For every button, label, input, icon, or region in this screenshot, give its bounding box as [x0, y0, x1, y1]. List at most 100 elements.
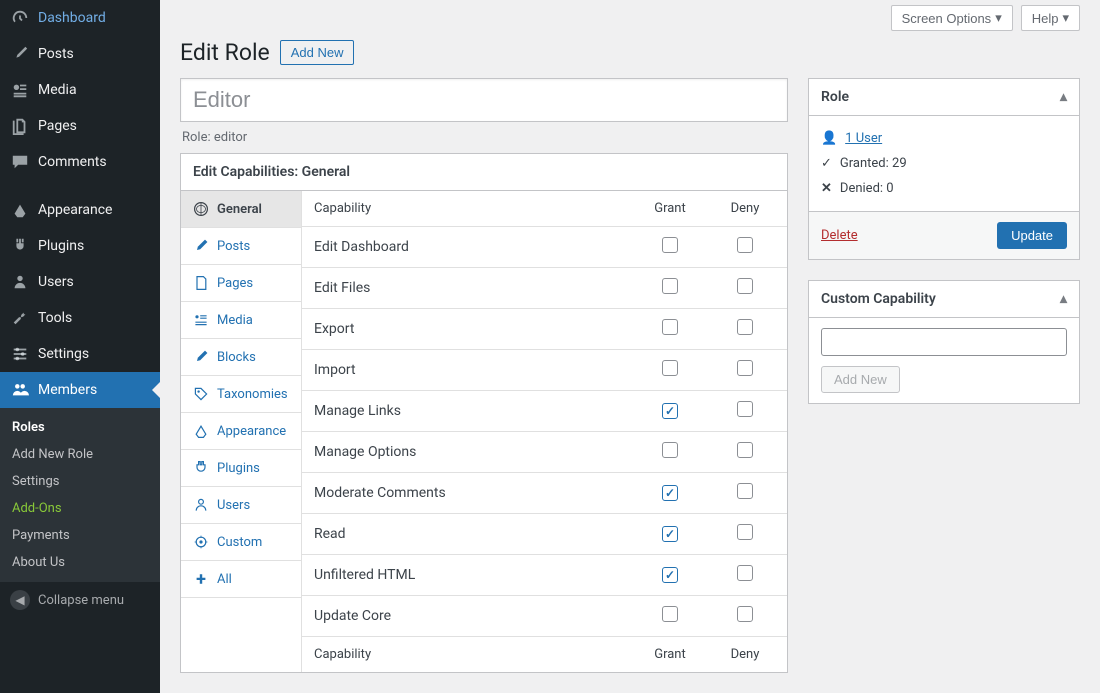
capability-name: Export — [314, 321, 625, 337]
media-icon — [193, 312, 209, 328]
tab-media[interactable]: Media — [181, 302, 301, 339]
denied-count: Denied: 0 — [840, 181, 894, 196]
capability-row: Read✓ — [302, 514, 787, 555]
tab-posts[interactable]: Posts — [181, 228, 301, 265]
deny-checkbox[interactable] — [737, 524, 753, 540]
blocks-icon — [193, 349, 209, 365]
tab-label: Users — [217, 498, 250, 513]
custom-capability-input[interactable] — [821, 328, 1067, 356]
sidebar-label: Tools — [38, 310, 72, 326]
sidebar-item-plugins[interactable]: Plugins — [0, 228, 160, 264]
collapse-panel-icon[interactable]: ▴ — [1060, 89, 1067, 105]
tab-plugins[interactable]: Plugins — [181, 450, 301, 487]
deny-checkbox[interactable] — [737, 442, 753, 458]
add-capability-button[interactable]: Add New — [821, 366, 900, 393]
submenu-roles[interactable]: Roles — [0, 414, 160, 441]
members-icon — [10, 380, 30, 400]
role-name-input[interactable] — [180, 78, 788, 122]
sidebar-label: Dashboard — [38, 10, 106, 26]
capability-tabs: GeneralPosts Pages MediaBlocksTaxonomies Ap… — [181, 191, 302, 672]
deny-checkbox[interactable] — [737, 237, 753, 253]
grant-checkbox[interactable]: ✓ — [662, 403, 678, 419]
sidebar-item-members[interactable]: Members — [0, 372, 160, 408]
tab-users[interactable]: Users — [181, 487, 301, 524]
grant-checkbox[interactable] — [662, 442, 678, 458]
all-icon: + — [193, 571, 209, 587]
grant-checkbox[interactable] — [662, 360, 678, 376]
sidebar-label: Plugins — [38, 238, 84, 254]
sidebar-item-users[interactable]: Users — [0, 264, 160, 300]
tab-general[interactable]: General — [181, 191, 301, 228]
submenu-settings[interactable]: Settings — [0, 468, 160, 495]
collapse-panel-icon[interactable]: ▴ — [1060, 291, 1067, 307]
media-icon — [10, 80, 30, 100]
tab-all[interactable]: +All — [181, 561, 301, 598]
grant-checkbox[interactable]: ✓ — [662, 485, 678, 501]
submenu-add-new-role[interactable]: Add New Role — [0, 441, 160, 468]
submenu-about-us[interactable]: About Us — [0, 549, 160, 576]
tab-label: Appearance — [217, 424, 286, 439]
tab-taxonomies[interactable]: Taxonomies — [181, 376, 301, 413]
capability-table: Capability Grant Deny Edit DashboardEdit… — [302, 191, 787, 672]
sidebar-item-settings[interactable]: Settings — [0, 336, 160, 372]
deny-checkbox[interactable] — [737, 278, 753, 294]
deny-checkbox[interactable] — [737, 319, 753, 335]
grant-checkbox[interactable]: ✓ — [662, 526, 678, 542]
capability-row: Moderate Comments✓ — [302, 473, 787, 514]
tab-label: Plugins — [217, 461, 260, 476]
submenu-add-ons[interactable]: Add-Ons — [0, 495, 160, 522]
capability-row: Export — [302, 309, 787, 350]
sidebar-item-dashboard[interactable]: Dashboard — [0, 0, 160, 36]
chevron-down-icon: ▾ — [1062, 10, 1069, 26]
capability-row: Update Core — [302, 596, 787, 637]
deny-checkbox[interactable] — [737, 606, 753, 622]
collapse-icon: ◀ — [10, 590, 30, 610]
grant-checkbox[interactable]: ✓ — [662, 567, 678, 583]
page-title: Edit Role — [180, 39, 270, 66]
main-content: Screen Options▾ Help▾ Edit Role Add New … — [160, 0, 1100, 693]
submenu-payments[interactable]: Payments — [0, 522, 160, 549]
appearance-icon — [10, 200, 30, 220]
screen-options-button[interactable]: Screen Options▾ — [891, 5, 1013, 31]
tab-pages[interactable]: Pages — [181, 265, 301, 302]
sidebar-item-pages[interactable]: Pages — [0, 108, 160, 144]
tab-custom[interactable]: Custom — [181, 524, 301, 561]
add-new-button[interactable]: Add New — [280, 40, 355, 65]
sidebar-item-media[interactable]: Media — [0, 72, 160, 108]
grant-checkbox[interactable] — [662, 237, 678, 253]
capability-row: Manage Links✓ — [302, 391, 787, 432]
tab-label: Pages — [217, 276, 253, 291]
sidebar-label: Posts — [38, 46, 74, 62]
deny-checkbox[interactable] — [737, 360, 753, 376]
sidebar-item-appearance[interactable]: Appearance — [0, 192, 160, 228]
tab-appearance[interactable]: Appearance — [181, 413, 301, 450]
sidebar-label: Settings — [38, 346, 89, 362]
table-header: Capability Grant Deny — [302, 191, 787, 227]
deny-checkbox[interactable] — [737, 565, 753, 581]
grant-checkbox[interactable] — [662, 606, 678, 622]
grant-checkbox[interactable] — [662, 319, 678, 335]
grant-checkbox[interactable] — [662, 278, 678, 294]
general-icon — [193, 201, 209, 217]
deny-checkbox[interactable] — [737, 483, 753, 499]
sidebar-item-comments[interactable]: Comments — [0, 144, 160, 180]
user-icon: 👤 — [821, 131, 837, 146]
capability-name: Import — [314, 362, 625, 378]
collapse-menu[interactable]: ◀ Collapse menu — [0, 582, 160, 618]
role-panel-title: Role — [821, 89, 849, 105]
users-link[interactable]: 1 User — [845, 131, 882, 146]
help-button[interactable]: Help▾ — [1021, 5, 1080, 31]
capability-name: Manage Options — [314, 444, 625, 460]
delete-link[interactable]: Delete — [821, 228, 858, 243]
sidebar-label: Users — [38, 274, 74, 290]
capability-row: Manage Options — [302, 432, 787, 473]
sidebar-item-tools[interactable]: Tools — [0, 300, 160, 336]
tab-blocks[interactable]: Blocks — [181, 339, 301, 376]
sidebar-item-posts[interactable]: Posts — [0, 36, 160, 72]
collapse-label: Collapse menu — [38, 593, 124, 608]
posts-icon — [193, 238, 209, 254]
sidebar-label: Media — [38, 82, 77, 98]
deny-checkbox[interactable] — [737, 401, 753, 417]
capability-row: Edit Dashboard — [302, 227, 787, 268]
update-button[interactable]: Update — [997, 222, 1067, 249]
